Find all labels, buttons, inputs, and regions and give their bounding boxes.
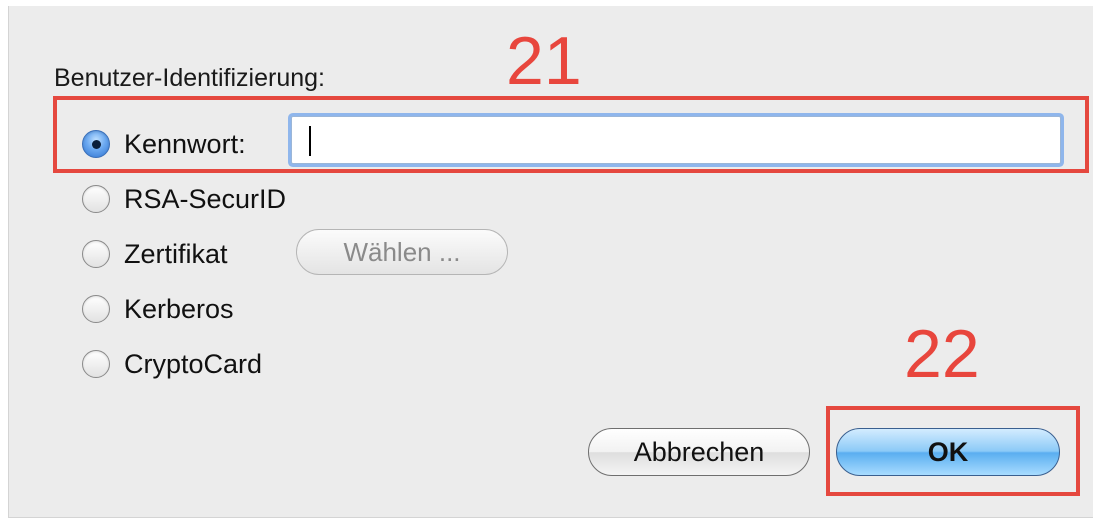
annotation-marker-21: 21 xyxy=(506,23,582,99)
cancel-button[interactable]: Abbrechen xyxy=(588,428,810,476)
radio-label-zertifikat: Zertifikat xyxy=(124,238,228,269)
ok-button[interactable]: OK xyxy=(836,428,1060,476)
radio-label-cryptocard: CryptoCard xyxy=(124,348,263,379)
section-label-user-identification: Benutzer-Identifizierung: xyxy=(54,64,325,92)
radio-button-icon[interactable] xyxy=(82,185,110,213)
annotation-marker-22: 22 xyxy=(904,316,980,392)
radio-option-kerberos[interactable]: Kerberos xyxy=(82,292,234,326)
radio-option-rsa-securid[interactable]: RSA-SecurID xyxy=(82,182,286,216)
radio-option-zertifikat[interactable]: Zertifikat xyxy=(82,237,228,271)
choose-certificate-button[interactable]: Wählen ... xyxy=(296,229,508,275)
radio-button-selected-icon[interactable] xyxy=(82,130,110,158)
radio-label-rsa-securid: RSA-SecurID xyxy=(124,183,287,214)
radio-option-cryptocard[interactable]: CryptoCard xyxy=(82,347,262,381)
radio-label-kerberos: Kerberos xyxy=(124,293,234,324)
radio-button-icon[interactable] xyxy=(82,240,110,268)
radio-option-kennwort[interactable]: Kennwort: xyxy=(82,127,246,161)
password-input[interactable] xyxy=(291,116,1061,164)
radio-button-icon[interactable] xyxy=(82,350,110,378)
text-caret xyxy=(309,126,311,156)
radio-button-icon[interactable] xyxy=(82,295,110,323)
radio-label-kennwort: Kennwort: xyxy=(124,128,246,159)
